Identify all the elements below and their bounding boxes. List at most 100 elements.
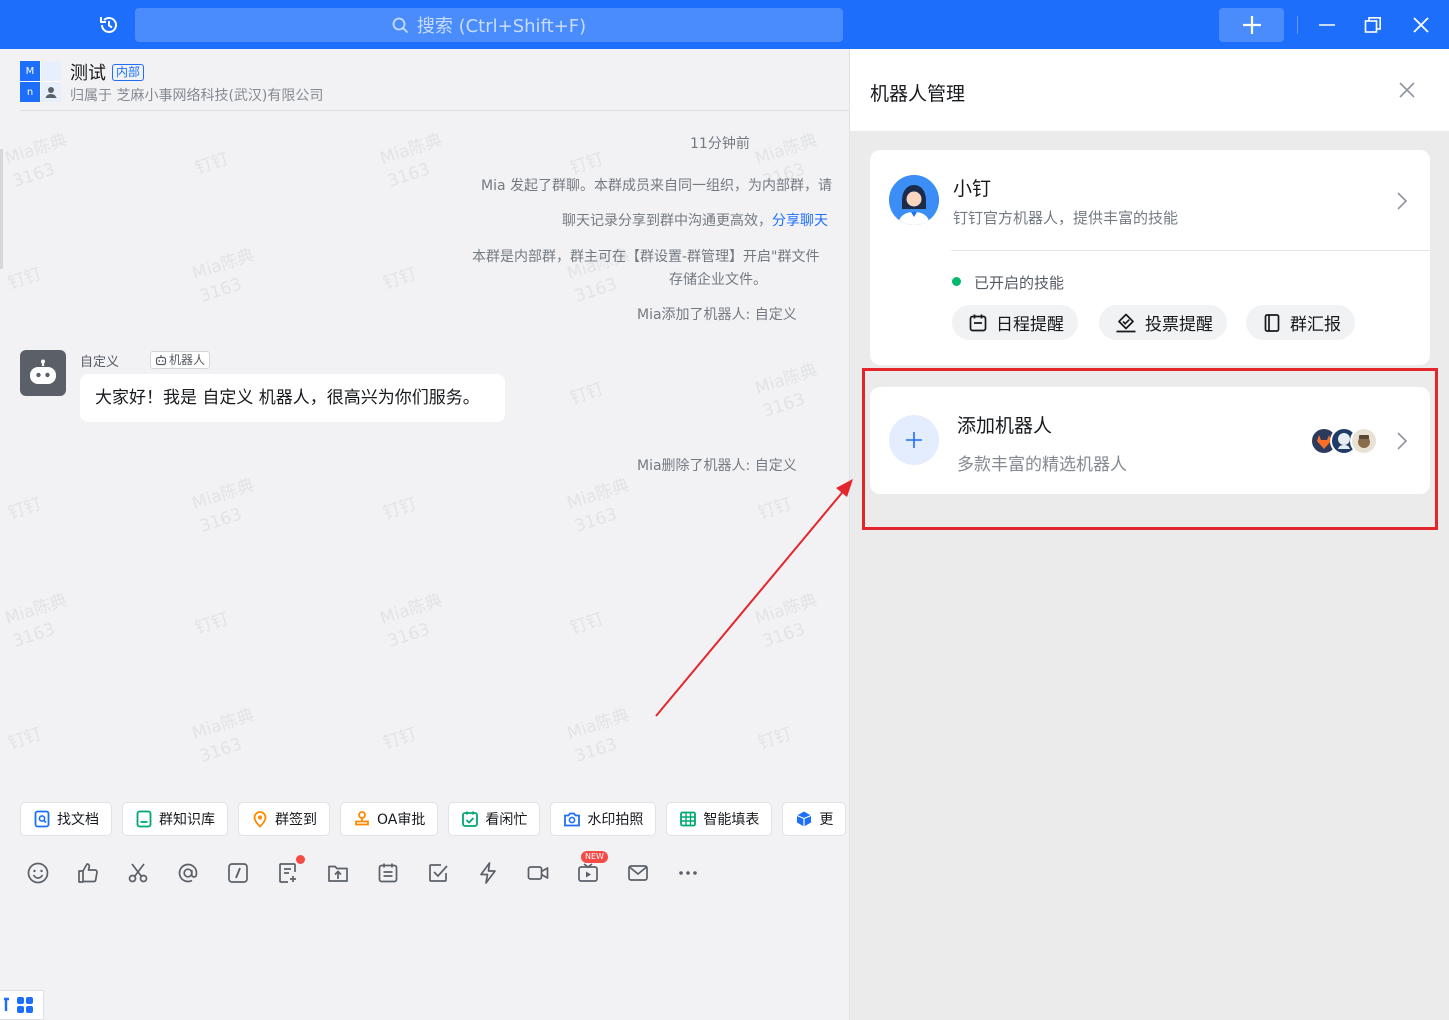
grid-icon bbox=[17, 997, 33, 1013]
restore-button[interactable] bbox=[1360, 12, 1386, 38]
avatar-cell bbox=[41, 61, 61, 81]
group-title[interactable]: 测试 内部 bbox=[70, 59, 145, 85]
find-doc-button[interactable]: 找文档 bbox=[20, 802, 112, 836]
smart-form-button[interactable]: 智能填表 bbox=[666, 802, 773, 836]
watermark-camera-button[interactable]: 水印拍照 bbox=[550, 802, 657, 836]
emoji-icon[interactable] bbox=[24, 859, 52, 887]
minimize-button[interactable] bbox=[1314, 12, 1340, 38]
watermark: 钉钉 bbox=[567, 379, 607, 409]
vote-icon bbox=[1116, 313, 1136, 332]
watermark: Mia陈典 3163 bbox=[2, 130, 70, 192]
xiaoding-desc: 钉钉官方机器人，提供丰富的技能 bbox=[953, 209, 1179, 227]
watermark: Mia陈典 3163 bbox=[377, 590, 445, 652]
watermark: 钉钉 bbox=[380, 264, 420, 294]
add-robot-title: 添加机器人 bbox=[957, 415, 1053, 437]
watermark: 钉钉 bbox=[192, 149, 232, 179]
panel-title: 机器人管理 bbox=[870, 83, 966, 105]
pin-icon bbox=[4, 997, 9, 1011]
report-icon bbox=[1264, 313, 1280, 332]
lightning-icon[interactable] bbox=[474, 859, 502, 887]
share-chat-link[interactable]: 分享聊天 bbox=[772, 213, 828, 229]
calendar-icon bbox=[969, 314, 987, 331]
bottom-corner-widget[interactable] bbox=[0, 990, 44, 1020]
history-icon[interactable] bbox=[96, 12, 122, 38]
knowledge-base-button[interactable]: 群知识库 bbox=[122, 802, 228, 836]
watermark: Mia陈典 3163 bbox=[752, 590, 820, 652]
at-icon[interactable] bbox=[174, 859, 202, 887]
watermark: 钉钉 bbox=[5, 724, 45, 754]
chevron-right-icon[interactable] bbox=[1394, 429, 1410, 453]
watermark: 钉钉 bbox=[5, 494, 45, 524]
mail-icon[interactable] bbox=[624, 859, 652, 887]
skill-vote-reminder[interactable]: 投票提醒 bbox=[1099, 305, 1227, 340]
watermark: 钉钉 bbox=[380, 724, 420, 754]
system-message: 存储企业文件。 bbox=[669, 272, 767, 288]
xiaoding-name: 小钉 bbox=[953, 178, 992, 200]
avatar-cell: M bbox=[20, 61, 40, 81]
message-bubble[interactable]: 大家好！我是 自定义 机器人，很高兴为你们服务。 bbox=[80, 374, 505, 422]
more-apps-button[interactable]: 更 bbox=[782, 802, 847, 836]
watermark: Mia陈典 3163 bbox=[564, 475, 632, 537]
skill-schedule-reminder[interactable]: 日程提醒 bbox=[952, 305, 1078, 340]
watermark: 钉钉 bbox=[567, 609, 607, 639]
availability-button[interactable]: 看闲忙 bbox=[448, 802, 541, 836]
check-in-label: 群签到 bbox=[275, 812, 317, 828]
watermark: Mia陈典 3163 bbox=[189, 245, 257, 307]
search-icon bbox=[392, 17, 409, 33]
smart-form-label: 智能填表 bbox=[703, 812, 760, 828]
system-message-text: 聊天记录分享到群中沟通更高效， bbox=[562, 213, 772, 229]
robot-tag-label: 机器人 bbox=[169, 353, 206, 367]
location-pin-icon bbox=[251, 810, 269, 828]
check-in-button[interactable]: 群签到 bbox=[238, 802, 330, 836]
divider bbox=[1297, 16, 1298, 34]
group-header: M n 测试 内部 归属于 芝麻小事网络科技(武汉)有限公司 bbox=[20, 59, 849, 111]
panel-close-button[interactable] bbox=[1394, 77, 1420, 103]
group-avatar[interactable]: M n bbox=[20, 61, 61, 102]
create-button[interactable] bbox=[1219, 8, 1284, 42]
watermark: Mia陈典 3163 bbox=[189, 705, 257, 767]
avatar-cell bbox=[41, 82, 61, 102]
new-badge: NEW bbox=[581, 851, 608, 863]
live-icon[interactable] bbox=[574, 859, 602, 887]
xiaoding-card: 小钉 钉钉官方机器人，提供丰富的技能 已开启的技能 日程提醒 投票提醒 群汇报 bbox=[870, 150, 1430, 365]
panel-header: 机器人管理 bbox=[850, 49, 1449, 131]
close-icon bbox=[1413, 17, 1429, 33]
watermark: Mia陈典 3163 bbox=[752, 360, 820, 422]
chat-area: Mia陈典 3163 钉钉 Mia陈典 3163 钉钉 Mia陈典 3163 钉… bbox=[0, 49, 849, 1020]
scissors-icon[interactable] bbox=[124, 859, 152, 887]
status-dot bbox=[952, 277, 961, 286]
enabled-skills-label: 已开启的技能 bbox=[974, 274, 1065, 292]
video-call-icon[interactable] bbox=[524, 859, 552, 887]
notification-dot bbox=[296, 855, 305, 864]
add-icon bbox=[889, 415, 939, 465]
system-message: Mia 发起了群聊。本群成员来自同一组织，为内部群，请 bbox=[481, 178, 832, 194]
more-apps-label: 更 bbox=[819, 812, 834, 828]
find-doc-label: 找文档 bbox=[57, 812, 99, 828]
robot-tag: 机器人 bbox=[150, 351, 211, 369]
watermark: Mia陈典 3163 bbox=[377, 130, 445, 192]
add-robot-card[interactable]: 添加机器人 多款丰富的精选机器人 bbox=[870, 387, 1430, 494]
robot-small-icon bbox=[155, 355, 167, 366]
todo-check-icon[interactable] bbox=[424, 859, 452, 887]
skill-group-report[interactable]: 群汇报 bbox=[1246, 305, 1355, 340]
xiaoding-avatar[interactable] bbox=[889, 175, 939, 225]
more-icon[interactable] bbox=[674, 859, 702, 887]
bot-avatar[interactable] bbox=[20, 350, 66, 396]
close-window-button[interactable] bbox=[1408, 12, 1434, 38]
availability-label: 看闲忙 bbox=[485, 812, 528, 828]
group-name: 测试 bbox=[70, 63, 106, 84]
input-toolbar: NEW bbox=[24, 851, 844, 889]
quick-action-bar: 找文档 群知识库 群签到 OA审批 看闲忙 水印拍照 智能填表 更 bbox=[20, 802, 849, 836]
thumbs-up-icon[interactable] bbox=[74, 859, 102, 887]
watermark: 钉钉 bbox=[5, 264, 45, 294]
slash-command-icon[interactable] bbox=[224, 859, 252, 887]
camera-icon bbox=[563, 810, 581, 828]
chevron-right-icon[interactable] bbox=[1394, 189, 1410, 213]
book-icon bbox=[135, 810, 153, 828]
top-bar: 搜索 (Ctrl+Shift+F) bbox=[0, 0, 1449, 49]
folder-upload-icon[interactable] bbox=[324, 859, 352, 887]
calendar-icon[interactable] bbox=[374, 859, 402, 887]
oa-approval-button[interactable]: OA审批 bbox=[340, 802, 439, 836]
search-bar[interactable]: 搜索 (Ctrl+Shift+F) bbox=[135, 8, 843, 42]
knowledge-base-label: 群知识库 bbox=[159, 812, 215, 828]
